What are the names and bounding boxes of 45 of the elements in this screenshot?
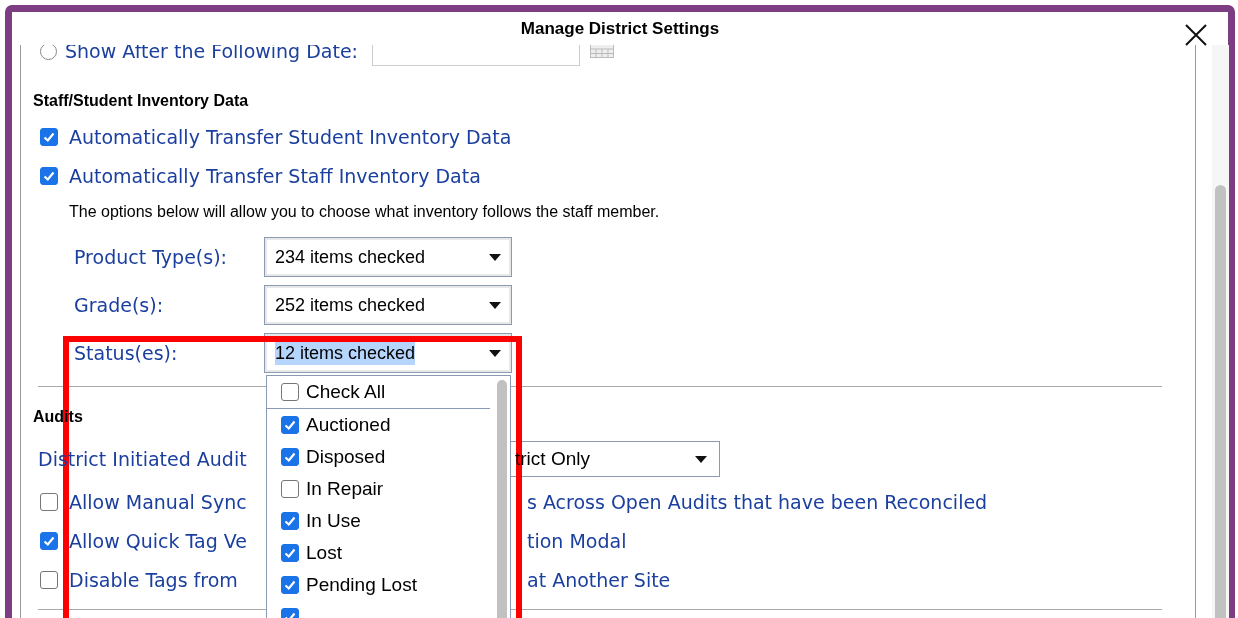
scrollbar-thumb[interactable] bbox=[497, 380, 507, 618]
multi-select[interactable]: 234 items checked bbox=[264, 237, 512, 277]
checkbox[interactable] bbox=[281, 512, 299, 530]
option-label: Automatically Transfer Staff Inventory Data bbox=[69, 164, 481, 187]
checkbox[interactable] bbox=[281, 544, 299, 562]
multi-select[interactable]: 12 items checked bbox=[264, 333, 512, 373]
dialog-title: Manage District Settings bbox=[520, 18, 720, 39]
field-label: Grade(s): bbox=[74, 294, 165, 316]
caret-icon bbox=[695, 455, 707, 463]
caret-icon bbox=[489, 301, 501, 309]
close-icon[interactable] bbox=[1184, 23, 1208, 47]
menu-item[interactable]: Disposed bbox=[267, 441, 494, 473]
checkbox[interactable] bbox=[281, 448, 299, 466]
field-label: Status(es): bbox=[74, 342, 179, 364]
option-label: tion Modal bbox=[527, 529, 627, 552]
option-label: Allow Quick Tag Ve bbox=[69, 529, 247, 552]
menu-item[interactable]: Auctioned bbox=[267, 409, 494, 441]
checkbox[interactable] bbox=[281, 383, 299, 401]
date-field[interactable] bbox=[372, 45, 581, 66]
caret-icon bbox=[489, 253, 501, 261]
option-label: Disable Tags from bbox=[69, 568, 238, 591]
option-label: s Across Open Audits that have been Reconciled bbox=[527, 490, 988, 513]
checkbox[interactable] bbox=[281, 576, 299, 594]
multi-select[interactable]: 252 items checked bbox=[264, 285, 512, 325]
menu-item[interactable]: Lost bbox=[267, 537, 494, 569]
option-label: at Another Site bbox=[527, 568, 671, 591]
caret-icon bbox=[489, 349, 501, 357]
option-label: Automatically Transfer Student Inventory Data bbox=[69, 125, 512, 148]
checkbox[interactable] bbox=[40, 492, 58, 511]
menu-item[interactable]: Check All bbox=[267, 376, 494, 408]
option-label: Allow Manual Sync bbox=[69, 490, 247, 513]
checkbox[interactable] bbox=[40, 127, 58, 146]
menu-item[interactable]: In Repair bbox=[267, 473, 494, 505]
radio-button[interactable] bbox=[40, 45, 57, 60]
checkbox[interactable] bbox=[40, 531, 58, 550]
scrollbar-thumb[interactable] bbox=[1215, 185, 1226, 618]
menu-item[interactable]: Pending Lost bbox=[267, 569, 494, 601]
description-text: The options below will allow you to choose what inventory follows the staff member. bbox=[69, 202, 660, 222]
checkbox[interactable] bbox=[281, 480, 299, 498]
field-label: Product Type(s): bbox=[74, 246, 228, 268]
checkbox[interactable] bbox=[281, 416, 299, 434]
checkbox[interactable] bbox=[40, 570, 58, 589]
section-heading: Staff/Student Inventory Data bbox=[33, 91, 249, 111]
menu-item[interactable]: In Use bbox=[267, 505, 494, 537]
checkbox[interactable] bbox=[40, 166, 58, 185]
